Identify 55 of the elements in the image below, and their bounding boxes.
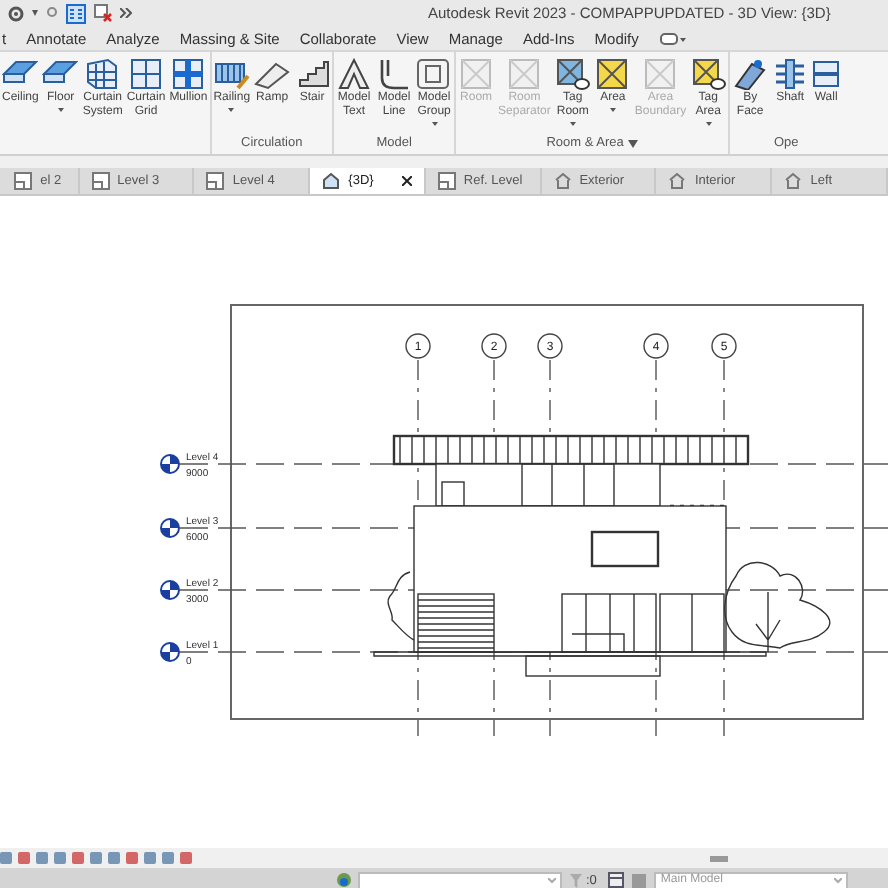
floor-plan-icon — [206, 172, 225, 190]
level-head-icon[interactable] — [160, 642, 180, 662]
caret-icon — [228, 108, 235, 112]
house-icon — [668, 172, 687, 190]
caret-icon[interactable] — [32, 10, 38, 16]
caret-icon — [569, 122, 576, 126]
tag-icon — [690, 58, 727, 90]
grid-icon — [130, 58, 163, 90]
shaft-icon — [772, 58, 809, 90]
floor-plan-icon — [91, 172, 110, 190]
curtain-wall-icon — [84, 58, 121, 90]
grid-bubble[interactable] — [711, 333, 737, 359]
ramp-icon — [254, 58, 291, 90]
caret-icon — [431, 122, 438, 126]
house-icon — [322, 172, 341, 190]
scroll-handle[interactable] — [710, 855, 728, 861]
tile-windows-icon[interactable] — [66, 3, 86, 23]
area-icon — [594, 58, 631, 90]
workset-field[interactable] — [358, 871, 562, 888]
design-options-icon[interactable] — [608, 872, 625, 888]
group-icon — [416, 58, 453, 90]
triangle-icon — [336, 58, 373, 90]
chevron-icon — [834, 877, 843, 883]
gear-icon[interactable] — [8, 5, 24, 21]
grid-icon — [172, 58, 205, 90]
close-windows-icon[interactable] — [94, 4, 112, 22]
house-icon — [784, 172, 803, 190]
curve-line-icon — [376, 58, 413, 90]
view-switcher-icon[interactable] — [660, 31, 689, 45]
room-icon — [506, 58, 543, 90]
level-head-icon[interactable] — [160, 518, 180, 538]
floor-plan-icon — [437, 172, 456, 190]
chevron-icon — [548, 877, 556, 883]
tag-icon — [554, 58, 591, 90]
grid-bubble[interactable] — [643, 333, 669, 359]
opening-icon — [732, 58, 769, 90]
view-control-icons-drawing[interactable] — [0, 850, 192, 866]
grid-bubble[interactable] — [405, 333, 431, 359]
caret-icon[interactable] — [627, 140, 638, 148]
grid-bubble[interactable] — [537, 333, 563, 359]
overflow-icon[interactable] — [120, 8, 132, 18]
grid-bubble[interactable] — [481, 333, 507, 359]
floor-plan-icon — [14, 172, 33, 190]
worksharing-icon[interactable] — [336, 872, 352, 888]
railing-icon — [213, 58, 250, 90]
level-head-icon[interactable] — [160, 454, 180, 474]
caret-icon — [705, 122, 712, 126]
caret-icon — [609, 108, 616, 112]
room-icon — [642, 58, 679, 90]
caret-icon — [57, 108, 64, 112]
room-icon — [458, 58, 495, 90]
wall-opening-icon — [812, 58, 841, 90]
close-icon[interactable] — [401, 176, 412, 186]
level-head-icon[interactable] — [160, 580, 180, 600]
house-icon — [553, 172, 572, 190]
